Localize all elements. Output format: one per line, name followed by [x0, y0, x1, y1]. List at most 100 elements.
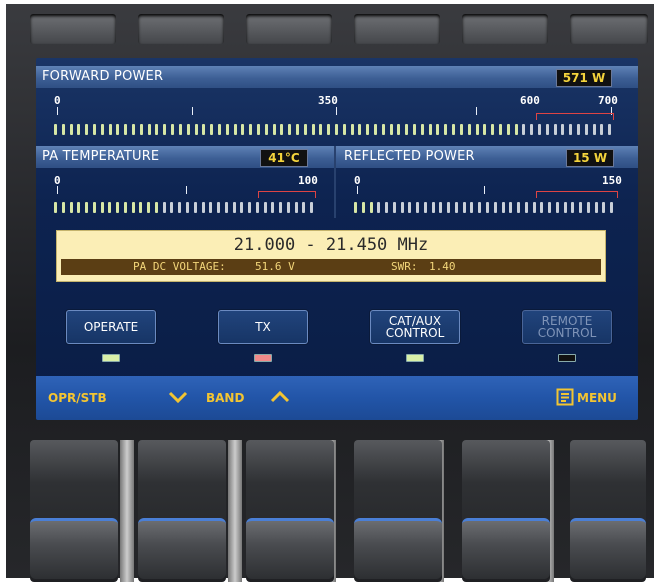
meter-segment	[154, 202, 158, 213]
meter-segment	[436, 124, 440, 135]
top-key-4[interactable]	[354, 14, 440, 44]
meter-segment	[147, 124, 151, 135]
fwd-scale-600: 600	[520, 94, 540, 107]
meter-segment	[61, 202, 65, 213]
meter-segment	[467, 124, 471, 135]
meter-segment	[483, 124, 487, 135]
meter-segment	[392, 202, 396, 213]
refl-scale-150: 150	[602, 174, 622, 187]
meter-segment	[366, 124, 370, 135]
meter-segment	[571, 202, 575, 213]
meter-segment	[77, 124, 81, 135]
meter-segment	[563, 202, 567, 213]
meter-segment	[217, 202, 221, 213]
forward-power-header: FORWARD POWER	[36, 66, 638, 88]
meter-segment	[522, 124, 526, 135]
fwd-scale-0: 0	[54, 94, 61, 107]
meter-segment	[475, 124, 479, 135]
meter-segment	[85, 202, 89, 213]
menu-softkey[interactable]: MENU	[577, 391, 617, 405]
meter-segment	[416, 202, 420, 213]
meter-segment	[202, 124, 206, 135]
meter-segment	[108, 124, 112, 135]
remote-control-button[interactable]: REMOTE CONTROL	[522, 310, 612, 344]
reflected-power-bargraph	[354, 202, 618, 213]
reflected-power-value: 15 W	[566, 149, 614, 167]
meter-segment	[264, 124, 268, 135]
meter-segment	[452, 124, 456, 135]
chevron-up-icon[interactable]	[270, 390, 290, 404]
meter-segment	[405, 124, 409, 135]
temp-scale-100: 100	[298, 174, 318, 187]
meter-segment	[217, 124, 221, 135]
meter-segment	[608, 124, 612, 135]
meter-segment	[310, 202, 314, 213]
meter-segment	[327, 124, 331, 135]
meter-segment	[428, 124, 432, 135]
meter-segment	[263, 202, 267, 213]
swr-label: SWR:	[391, 260, 418, 273]
meter-segment	[385, 202, 389, 213]
meter-segment	[93, 124, 97, 135]
meter-segment	[439, 202, 443, 213]
meter-segment	[486, 202, 489, 213]
soft-key-6[interactable]	[570, 440, 646, 582]
top-key-6[interactable]	[570, 14, 648, 44]
meter-segment	[470, 202, 474, 213]
top-key-5[interactable]	[462, 14, 548, 44]
meter-segment	[139, 202, 143, 213]
meter-segment	[377, 202, 381, 213]
meter-segment	[576, 124, 580, 135]
meter-segment	[444, 124, 448, 135]
meter-segment	[100, 124, 104, 135]
fwd-scale-700: 700	[598, 94, 618, 107]
remote-control-label: REMOTE CONTROL	[537, 314, 597, 340]
soft-key-3[interactable]	[246, 440, 334, 582]
meter-segment	[506, 124, 510, 135]
meter-segment	[241, 124, 245, 135]
menu-icon[interactable]	[556, 388, 574, 406]
operate-led	[102, 354, 120, 362]
meter-segment	[509, 202, 513, 213]
soft-key-2[interactable]	[138, 440, 226, 582]
meter-segment	[600, 124, 604, 135]
soft-key-4[interactable]	[354, 440, 442, 582]
meter-segment	[193, 202, 197, 213]
tx-button[interactable]: TX	[218, 310, 308, 344]
soft-key-5[interactable]	[462, 440, 550, 582]
soft-key-bar: OPR/STB BAND MENU	[36, 376, 638, 420]
top-key-1[interactable]	[30, 14, 116, 44]
tx-label: TX	[255, 320, 271, 334]
meter-segment	[249, 124, 253, 135]
cat-aux-control-button[interactable]: CAT/AUX CONTROL	[370, 310, 460, 344]
meter-segment	[123, 202, 127, 213]
meter-segment	[478, 202, 482, 213]
refl-redline	[536, 191, 618, 198]
fwd-scale-350: 350	[318, 94, 338, 107]
meter-segment	[561, 124, 565, 135]
meter-segment	[381, 124, 385, 135]
top-key-3[interactable]	[246, 14, 332, 44]
meter-segment	[532, 202, 536, 213]
top-key-2[interactable]	[138, 14, 224, 44]
meter-segment	[85, 124, 89, 135]
status-bar: PA DC VOLTAGE: 51.6 V SWR: 1.40	[61, 259, 601, 275]
meter-segment	[147, 202, 151, 213]
meter-segment	[540, 202, 544, 213]
meter-segment	[163, 124, 167, 135]
meter-segment	[232, 202, 236, 213]
opr-stb-softkey[interactable]: OPR/STB	[48, 391, 107, 405]
meter-segment	[545, 124, 549, 135]
soft-key-1[interactable]	[30, 440, 118, 582]
chevron-down-icon[interactable]	[168, 390, 188, 404]
meter-segment	[361, 202, 365, 213]
operate-button[interactable]: OPERATE	[66, 310, 156, 344]
meter-segment	[132, 124, 136, 135]
meter-segment	[358, 124, 362, 135]
meter-segment	[279, 202, 283, 213]
meter-segment	[569, 124, 573, 135]
display-screen: FORWARD POWER 571 W 0 350 600 700 PA TEM…	[36, 58, 638, 420]
pa-dc-voltage-value: 51.6 V	[255, 260, 295, 273]
pa-dc-voltage-label: PA DC VOLTAGE:	[133, 260, 226, 273]
meter-segment	[498, 124, 502, 135]
